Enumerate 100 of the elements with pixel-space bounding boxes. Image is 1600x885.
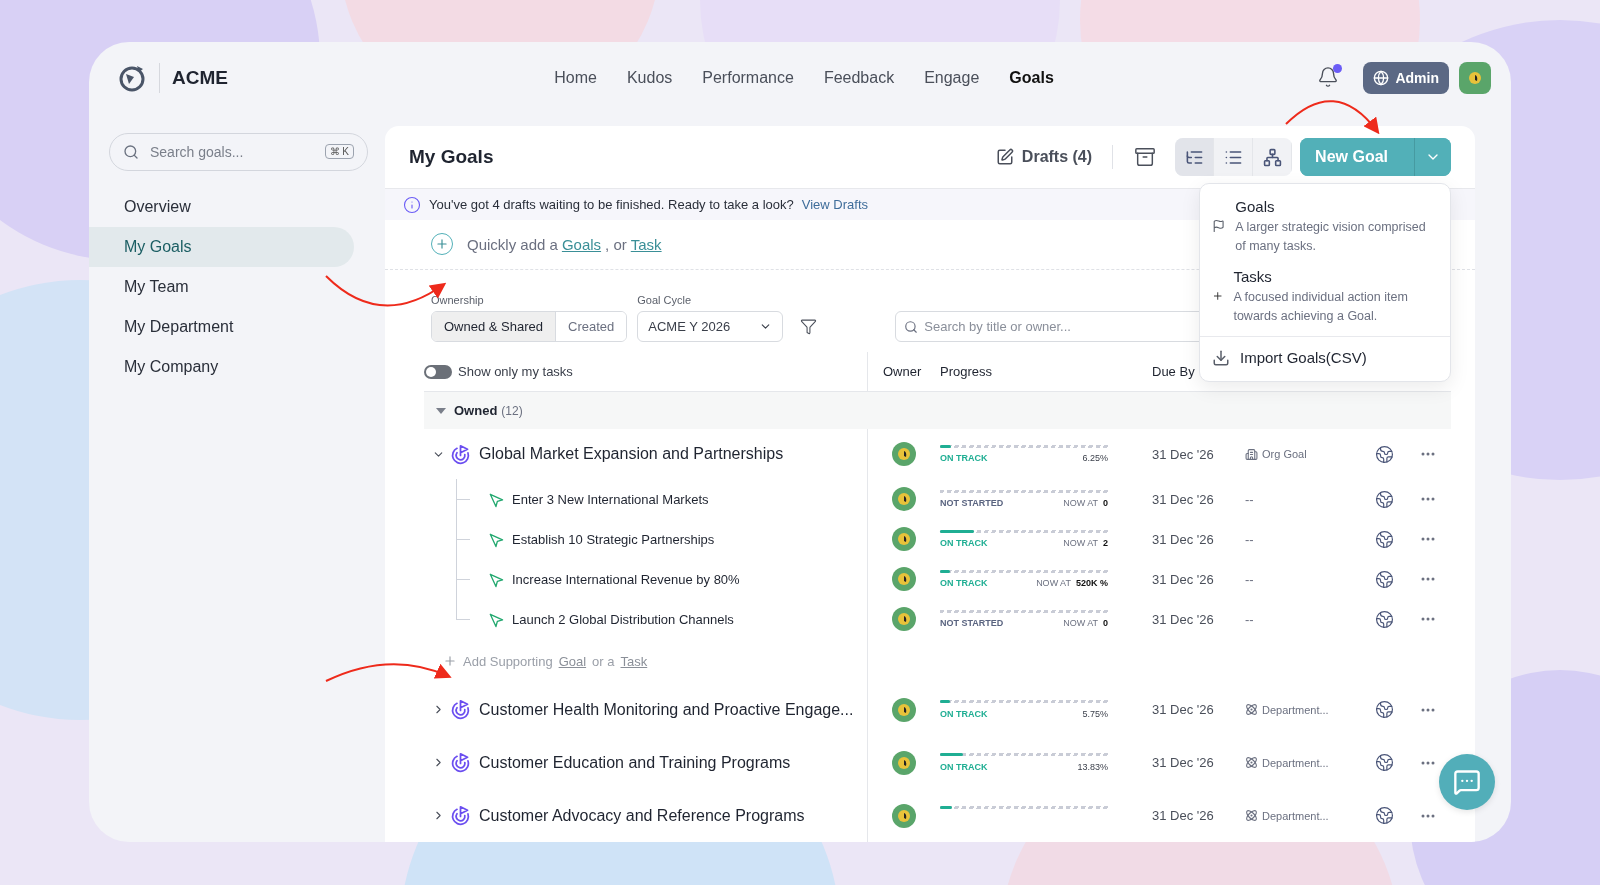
sidebar-item[interactable]: My Team <box>89 267 354 307</box>
goal-type: Department... <box>1262 809 1329 822</box>
logo-icon <box>117 63 147 93</box>
due-date: 31 Dec '26 <box>1151 491 1215 507</box>
chat-icon <box>1453 768 1481 796</box>
task-link[interactable]: Task <box>630 235 662 253</box>
cycle-select[interactable]: ACME Y 2026 <box>637 311 784 342</box>
atom-icon <box>1245 756 1258 769</box>
search-icon <box>904 319 919 334</box>
globe-icon[interactable] <box>1374 753 1394 772</box>
goal-icon <box>450 805 471 826</box>
status-label: ON TRACK <box>940 578 988 588</box>
task-title[interactable]: Launch 2 Global Distribution Channels <box>512 611 734 627</box>
progress-value: 5.75% <box>1082 708 1108 719</box>
menu-item-title: Tasks <box>1233 267 1273 287</box>
pencil-icon <box>995 148 1014 167</box>
ellipsis-icon <box>1421 577 1435 581</box>
goal-title[interactable]: Customer Health Monitoring and Proactive Engage... <box>479 700 854 719</box>
progress-label: NOW AT <box>1036 578 1071 588</box>
nav-link[interactable]: Feedback <box>823 69 895 87</box>
globe-icon[interactable] <box>1374 444 1394 464</box>
sidebar-item[interactable]: Overview <box>89 187 354 227</box>
goal-type: -- <box>1244 491 1255 507</box>
goal-type: -- <box>1244 611 1255 627</box>
globe-icon[interactable] <box>1374 569 1394 589</box>
status-label: ON TRACK <box>940 538 988 548</box>
progress-label: NOW AT <box>1063 618 1098 628</box>
page-title: My Goals <box>409 146 495 169</box>
menu-item[interactable]: Goals A larger strategic vision comprised of many tasks. <box>1200 192 1450 262</box>
toggle-switch[interactable] <box>424 364 452 379</box>
shortcut-hint: ⌘ K <box>324 144 354 159</box>
add-supporting-text: Add Supporting <box>463 653 553 669</box>
goal-title[interactable]: Global Market Expansion and Partnerships <box>479 445 784 463</box>
goal-type: -- <box>1244 571 1255 587</box>
task-title[interactable]: Enter 3 New International Markets <box>512 491 709 507</box>
ellipsis-icon <box>1421 813 1435 818</box>
ellipsis-icon <box>1421 452 1435 456</box>
admin-button[interactable]: Admin <box>1363 62 1449 94</box>
view-toggle[interactable] <box>1175 138 1215 177</box>
nav-link[interactable]: Engage <box>924 69 980 87</box>
globe-icon[interactable] <box>1374 806 1394 825</box>
goals-link[interactable]: Goals <box>561 235 602 253</box>
ellipsis-icon <box>1421 760 1435 765</box>
status-label: ON TRACK <box>940 453 988 463</box>
status-label: NOT STARTED <box>940 618 1004 628</box>
globe-icon[interactable] <box>1374 529 1394 549</box>
banner-text: You've got 4 drafts waiting to be finished. Ready to take a look? <box>429 197 794 213</box>
dropdown-button[interactable] <box>1414 138 1451 177</box>
column-header: Owner <box>882 364 923 379</box>
task-title[interactable]: Increase International Revenue by 80% <box>512 571 740 587</box>
nav-link[interactable]: Performance <box>702 69 794 87</box>
due-date: 31 Dec '26 <box>1151 808 1215 823</box>
group-count: (12) <box>501 403 523 418</box>
drafts-button[interactable]: Drafts (4) <box>995 148 1113 167</box>
nav-link[interactable]: Goals <box>1009 69 1054 87</box>
sidebar-item[interactable]: My Company <box>89 347 354 387</box>
globe-icon[interactable] <box>1374 609 1394 629</box>
globe-icon[interactable] <box>1374 700 1394 719</box>
due-date: 31 Dec '26 <box>1151 531 1215 547</box>
status-label: NOT STARTED <box>940 498 1004 508</box>
view-drafts-link[interactable]: View Drafts <box>801 197 869 213</box>
flag-icon <box>1212 217 1226 235</box>
add-supporting-text: or a <box>592 653 615 669</box>
due-date: 31 Dec '26 <box>1151 571 1215 587</box>
task-title[interactable]: Establish 10 Strategic Partnerships <box>512 531 715 547</box>
goal-type: Department... <box>1262 756 1329 769</box>
sidebar-item[interactable]: My Department <box>89 307 354 347</box>
goal-title[interactable]: Customer Education and Training Programs <box>479 753 791 772</box>
hierarchy-icon <box>1262 147 1282 167</box>
globe-icon[interactable] <box>1374 489 1394 509</box>
group-header[interactable]: Owned (12) <box>424 392 1451 429</box>
goal-title[interactable]: Customer Advocacy and Reference Programs <box>479 806 805 825</box>
ellipsis-icon <box>1421 707 1435 712</box>
status-label: ON TRACK <box>940 761 988 772</box>
goal-icon <box>450 443 471 465</box>
goal-icon <box>450 752 471 773</box>
search-icon <box>123 144 139 160</box>
goal-type: -- <box>1244 531 1255 547</box>
column-header: Progress <box>940 364 994 379</box>
user-avatar[interactable] <box>1459 62 1491 94</box>
nav-link[interactable]: Kudos <box>626 69 673 87</box>
quick-add-text: Quickly add a <box>467 235 558 253</box>
segment-option[interactable]: Owned & Shared <box>432 312 556 341</box>
globe-icon <box>1373 70 1390 86</box>
ellipsis-icon <box>1421 617 1435 621</box>
due-date: 31 Dec '26 <box>1151 702 1215 717</box>
goal-icon <box>450 699 471 720</box>
info-icon <box>403 195 421 214</box>
progress-label: NOW AT <box>1063 498 1098 508</box>
bell-icon[interactable] <box>1317 66 1340 88</box>
building-icon <box>1245 447 1258 461</box>
ellipsis-icon <box>1421 497 1435 501</box>
filter-icon <box>799 318 817 335</box>
nav-link[interactable]: Home <box>554 69 597 87</box>
download-icon <box>1212 349 1230 367</box>
progress-value: 520K % <box>1075 578 1108 588</box>
filter-label: Goal Cycle <box>637 294 693 306</box>
sidebar-item[interactable]: My Goals <box>89 227 354 267</box>
progress-value: 0 <box>1103 618 1108 628</box>
progress-value: 13.83% <box>1077 761 1108 772</box>
